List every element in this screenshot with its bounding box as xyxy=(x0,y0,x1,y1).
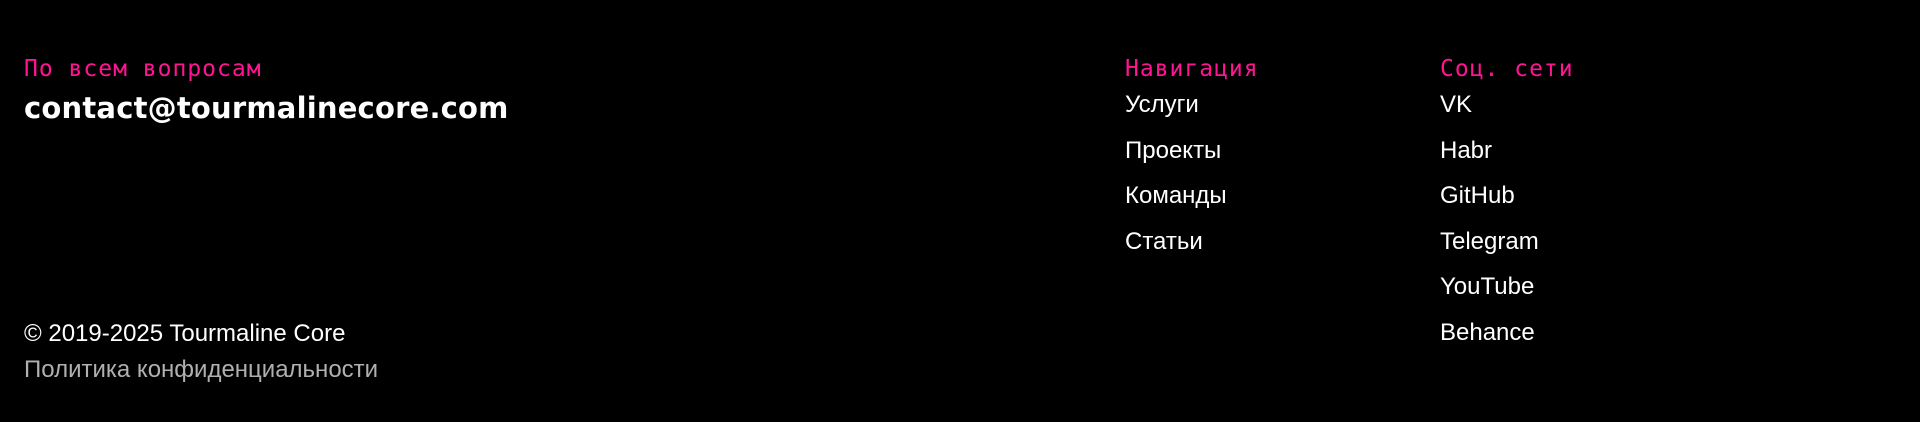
contact-section: По всем вопросам contact@tourmalinecore.… xyxy=(24,54,509,126)
social-link-youtube[interactable]: YouTube xyxy=(1440,273,1534,300)
contact-email-link[interactable]: contact@tourmalinecore.com xyxy=(24,90,509,126)
social-list: VK Habr GitHub Telegram YouTube Behance xyxy=(1440,90,1574,364)
footer-navigation: Навигация Услуги Проекты Команды Статьи xyxy=(1125,54,1259,272)
privacy-policy-link[interactable]: Политика конфиденциальности xyxy=(24,354,378,386)
social-item-youtube: YouTube xyxy=(1440,272,1574,318)
legal-section: © 2019-2025 Tourmaline Core Политика кон… xyxy=(24,318,378,386)
social-link-telegram[interactable]: Telegram xyxy=(1440,228,1539,255)
social-item-github: GitHub xyxy=(1440,181,1574,227)
nav-link-teams[interactable]: Команды xyxy=(1125,182,1227,209)
copyright-text: © 2019-2025 Tourmaline Core xyxy=(24,320,346,347)
social-link-vk[interactable]: VK xyxy=(1440,91,1472,118)
social-section: Соц. сети VK Habr GitHub Telegram YouTub… xyxy=(1440,54,1574,364)
navigation-list: Услуги Проекты Команды Статьи xyxy=(1125,90,1259,272)
nav-item-services: Услуги xyxy=(1125,90,1259,136)
navigation-title: Навигация xyxy=(1125,56,1259,82)
social-item-vk: VK xyxy=(1440,90,1574,136)
nav-link-articles[interactable]: Статьи xyxy=(1125,228,1203,255)
social-item-telegram: Telegram xyxy=(1440,227,1574,273)
nav-item-projects: Проекты xyxy=(1125,136,1259,182)
contact-label: По всем вопросам xyxy=(24,56,262,82)
social-link-github[interactable]: GitHub xyxy=(1440,182,1515,209)
nav-item-teams: Команды xyxy=(1125,181,1259,227)
nav-item-articles: Статьи xyxy=(1125,227,1259,273)
social-item-habr: Habr xyxy=(1440,136,1574,182)
nav-link-services[interactable]: Услуги xyxy=(1125,91,1199,118)
nav-link-projects[interactable]: Проекты xyxy=(1125,137,1221,164)
social-title: Соц. сети xyxy=(1440,56,1574,82)
site-footer: По всем вопросам contact@tourmalinecore.… xyxy=(0,0,1920,422)
social-item-behance: Behance xyxy=(1440,318,1574,364)
social-link-behance[interactable]: Behance xyxy=(1440,319,1535,346)
social-link-habr[interactable]: Habr xyxy=(1440,137,1492,164)
